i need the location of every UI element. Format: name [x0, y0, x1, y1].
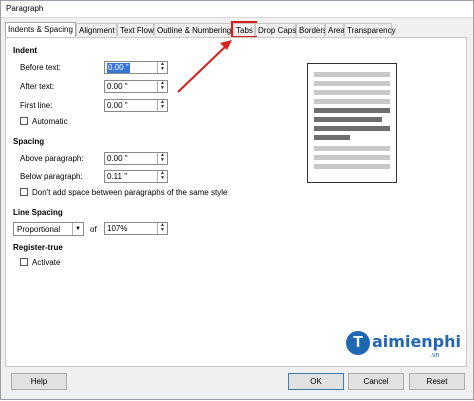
ok-button[interactable]: OK: [288, 373, 344, 390]
help-button-label: Help: [30, 377, 48, 386]
ok-button-label: OK: [310, 377, 322, 386]
reset-button[interactable]: Reset: [409, 373, 465, 390]
watermark-letter: T: [346, 331, 370, 355]
watermark-brand: aimienphi: [372, 332, 462, 351]
cancel-button[interactable]: Cancel: [348, 373, 404, 390]
paragraph-dialog: Paragraph Indents & Spacing Alignment Te…: [0, 0, 474, 400]
watermark-logo: T aimienphi .vn: [346, 329, 461, 363]
cancel-button-label: Cancel: [363, 377, 389, 386]
watermark-tld: .vn: [430, 352, 440, 359]
reset-button-label: Reset: [426, 377, 448, 386]
help-button[interactable]: Help: [11, 373, 67, 390]
